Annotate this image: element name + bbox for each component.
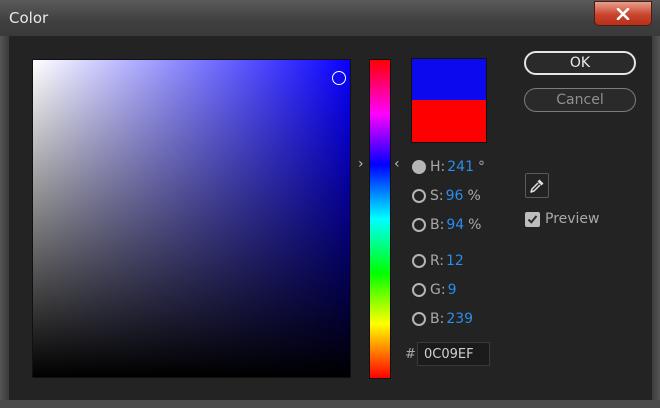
hue-field-row: H: 241 °: [412, 157, 485, 177]
red-label: R:: [430, 253, 445, 269]
window-frame-right: [651, 36, 660, 408]
blue-field-row: B: 239: [412, 309, 473, 329]
preview-checkbox[interactable]: [525, 211, 540, 227]
eyedropper-button[interactable]: [525, 173, 549, 198]
close-icon: [616, 7, 630, 20]
red-radio[interactable]: [412, 254, 426, 268]
eyedropper-icon: [530, 179, 544, 193]
hex-input[interactable]: [417, 342, 490, 366]
hue-unit: °: [477, 159, 485, 175]
hue-value[interactable]: 241: [447, 159, 474, 175]
saturation-unit: %: [467, 188, 481, 204]
red-field-row: R: 12: [412, 251, 464, 271]
brightness-value[interactable]: 94: [446, 217, 464, 233]
preview-label: Preview: [545, 211, 600, 227]
green-radio[interactable]: [412, 283, 426, 297]
window-frame-bottom: [0, 400, 660, 408]
title-bar[interactable]: Color: [0, 0, 660, 36]
blue-value[interactable]: 239: [446, 311, 473, 327]
close-button[interactable]: [594, 1, 652, 26]
saturation-value[interactable]: 96: [446, 188, 464, 204]
brightness-field-row: B: 94 %: [412, 215, 481, 235]
window-frame-left: [0, 36, 9, 408]
hue-slider-left-arrow-icon[interactable]: ›: [358, 157, 364, 171]
original-color-swatch[interactable]: [411, 100, 487, 143]
brightness-unit: %: [468, 217, 482, 233]
new-color-swatch: [411, 58, 487, 100]
ok-button[interactable]: OK: [524, 51, 636, 75]
brightness-radio[interactable]: [412, 218, 426, 232]
blue-radio[interactable]: [412, 312, 426, 326]
cancel-button[interactable]: Cancel: [524, 88, 636, 112]
brightness-label: B:: [430, 217, 445, 233]
hue-radio[interactable]: [412, 160, 426, 174]
green-field-row: G: 9: [412, 280, 457, 300]
green-label: G:: [430, 282, 446, 298]
blue-label: B:: [430, 311, 445, 327]
hue-slider[interactable]: [369, 59, 391, 379]
hex-prefix: #: [405, 347, 416, 362]
hue-label: H:: [430, 159, 446, 175]
saturation-field-row: S: 96 %: [412, 186, 481, 206]
saturation-radio[interactable]: [412, 189, 426, 203]
color-dialog: Color › ‹ H: 241 ° S: 96 % B: 94 % R: 12…: [0, 0, 660, 408]
window-title: Color: [9, 9, 49, 27]
saturation-brightness-field[interactable]: [32, 59, 351, 378]
saturation-label: S:: [430, 188, 444, 204]
color-picker-cursor[interactable]: [332, 71, 346, 85]
hue-slider-right-arrow-icon[interactable]: ‹: [394, 157, 400, 171]
preview-option[interactable]: Preview: [525, 211, 600, 227]
green-value[interactable]: 9: [448, 282, 457, 298]
red-value[interactable]: 12: [446, 253, 464, 269]
checkmark-icon: [527, 214, 538, 224]
